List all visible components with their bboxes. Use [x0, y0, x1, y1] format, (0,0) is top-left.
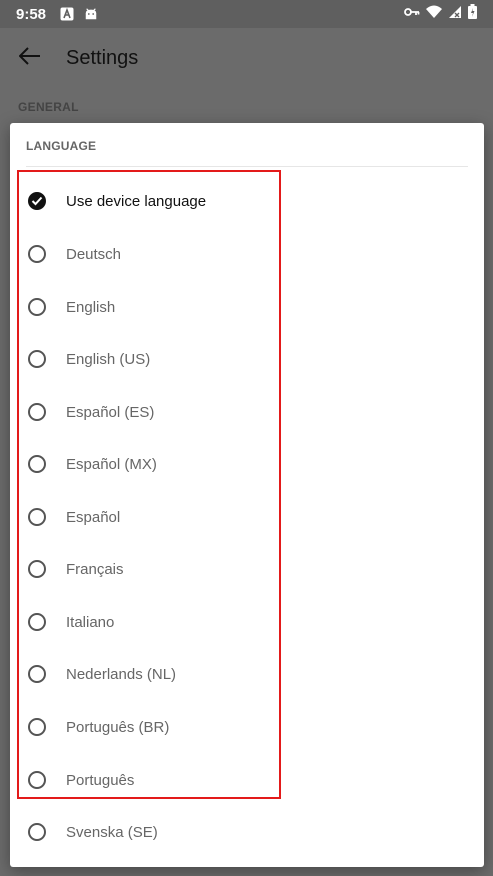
- language-option[interactable]: Português (BR): [10, 701, 484, 753]
- language-option[interactable]: Svenska (SE): [10, 806, 484, 858]
- signal-icon: [448, 5, 462, 24]
- a-notification-icon: [60, 7, 74, 21]
- radio-unchecked-icon: [28, 245, 46, 263]
- language-option-label: Español: [66, 508, 121, 526]
- status-time: 9:58: [16, 5, 47, 23]
- language-option[interactable]: Español: [10, 491, 484, 543]
- radio-unchecked-icon: [28, 613, 46, 631]
- radio-unchecked-icon: [28, 665, 46, 683]
- battery-icon: [468, 4, 477, 24]
- dialog-divider: [26, 166, 468, 167]
- radio-unchecked-icon: [28, 718, 46, 736]
- radio-unchecked-icon: [28, 298, 46, 316]
- language-option-label: Español (ES): [66, 403, 155, 421]
- language-option[interactable]: Deutsch: [10, 228, 484, 280]
- vpn-key-icon: [404, 5, 420, 23]
- check-circle-icon: [28, 192, 46, 210]
- language-option[interactable]: Nederlands (NL): [10, 648, 484, 700]
- language-option[interactable]: English (US): [10, 333, 484, 385]
- radio-unchecked-icon: [28, 455, 46, 473]
- language-option[interactable]: English: [10, 281, 484, 333]
- radio-unchecked-icon: [28, 350, 46, 368]
- wifi-icon: [426, 5, 442, 24]
- arrow-back-icon: [18, 46, 41, 70]
- language-option-label: Deutsch: [66, 245, 122, 263]
- radio-unchecked-icon: [28, 508, 46, 526]
- language-option-label: Italiano: [66, 613, 115, 631]
- language-option[interactable]: Use device language: [10, 175, 484, 227]
- radio-unchecked-icon: [28, 403, 46, 421]
- language-option[interactable]: Português: [10, 754, 484, 806]
- radio-unchecked-icon: [28, 823, 46, 841]
- language-option[interactable]: Italiano: [10, 596, 484, 648]
- status-right-icons: [404, 4, 477, 24]
- language-option-label: Português: [66, 771, 135, 789]
- page-title: Settings: [66, 46, 139, 69]
- language-option-label: English (US): [66, 350, 151, 368]
- section-header-general: GENERAL: [18, 100, 79, 114]
- language-option-label: English: [66, 298, 116, 316]
- status-bar: 9:58: [0, 0, 493, 28]
- language-option-label: Nederlands (NL): [66, 665, 177, 683]
- dialog-title: LANGUAGE: [26, 139, 97, 153]
- language-dialog: LANGUAGE Use device language Deutsch Eng…: [10, 123, 484, 867]
- language-option-label: Use device language: [66, 192, 207, 210]
- android-icon: [84, 7, 98, 21]
- language-option-label: Português (BR): [66, 718, 170, 736]
- back-button[interactable]: [0, 28, 60, 88]
- language-option-label: Français: [66, 560, 124, 578]
- radio-unchecked-icon: [28, 560, 46, 578]
- app-bar: Settings: [0, 28, 493, 88]
- radio-unchecked-icon: [28, 771, 46, 789]
- language-option-label: Español (MX): [66, 455, 157, 473]
- language-option-label: Svenska (SE): [66, 823, 158, 841]
- language-option[interactable]: Français: [10, 543, 484, 595]
- language-option[interactable]: Español (MX): [10, 438, 484, 490]
- language-option[interactable]: Español (ES): [10, 386, 484, 438]
